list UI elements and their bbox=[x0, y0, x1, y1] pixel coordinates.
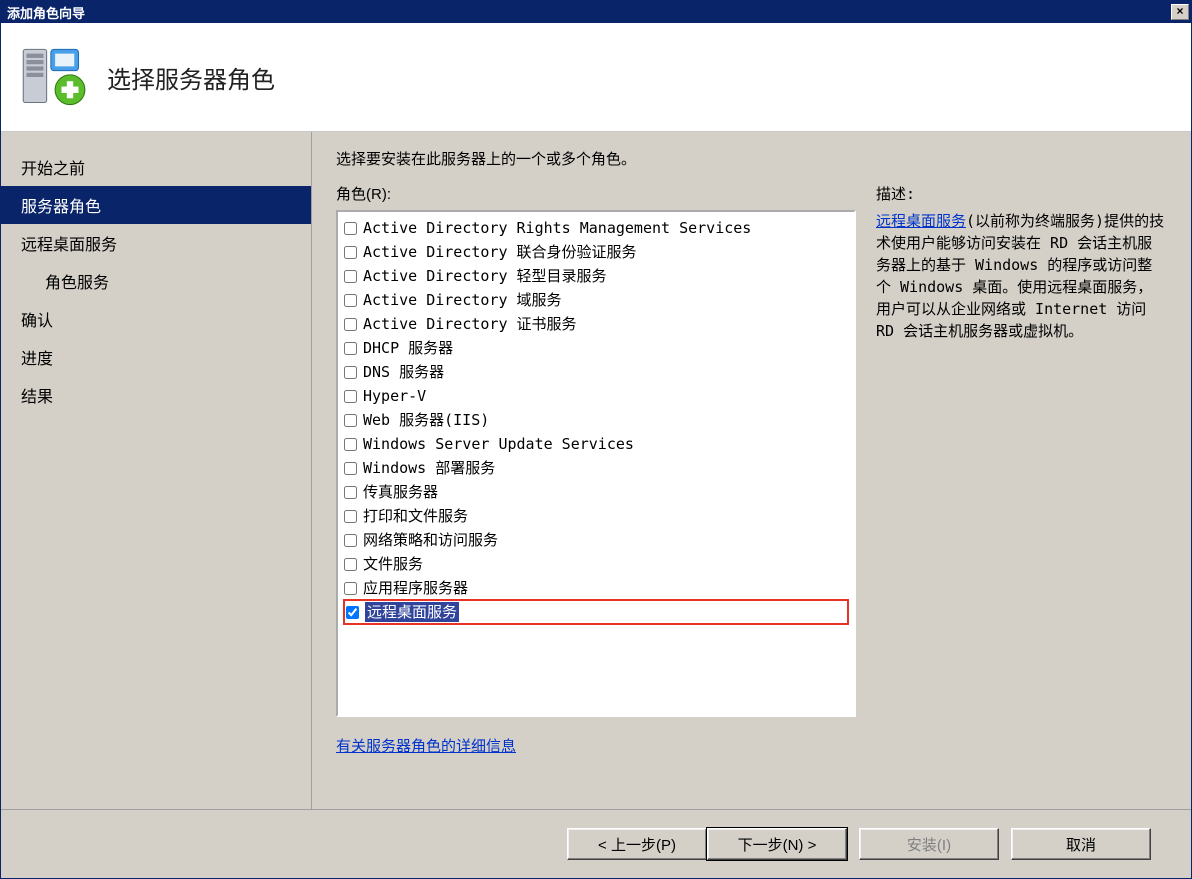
role-row-13[interactable]: 网络策略和访问服务 bbox=[344, 528, 848, 552]
description-column: 描述: 远程桌面服务(以前称为终端服务)提供的技术使用户能够访问安装在 RD 会… bbox=[876, 183, 1167, 809]
role-checkbox-3[interactable] bbox=[344, 294, 357, 307]
next-button[interactable]: 下一步(N) > bbox=[707, 828, 847, 860]
nav-item-5[interactable]: 进度 bbox=[1, 338, 311, 376]
content-area: 选择要安装在此服务器上的一个或多个角色。 角色(R): Active Direc… bbox=[312, 132, 1191, 809]
role-checkbox-7[interactable] bbox=[344, 390, 357, 403]
role-row-10[interactable]: Windows 部署服务 bbox=[344, 456, 848, 480]
description-link[interactable]: 远程桌面服务 bbox=[876, 212, 966, 230]
role-row-16[interactable]: 远程桌面服务 bbox=[344, 600, 848, 624]
role-row-5[interactable]: DHCP 服务器 bbox=[344, 336, 848, 360]
more-info-link[interactable]: 有关服务器角色的详细信息 bbox=[336, 738, 516, 755]
role-row-9[interactable]: Windows Server Update Services bbox=[344, 432, 848, 456]
role-checkbox-0[interactable] bbox=[344, 222, 357, 235]
nav-item-4[interactable]: 确认 bbox=[1, 300, 311, 338]
nav-item-6[interactable]: 结果 bbox=[1, 376, 311, 414]
role-label-13: 网络策略和访问服务 bbox=[363, 530, 498, 550]
roles-label: 角色(R): bbox=[336, 183, 856, 204]
nav-item-1[interactable]: 服务器角色 bbox=[1, 186, 311, 224]
role-label-1: Active Directory 联合身份验证服务 bbox=[363, 242, 637, 262]
role-checkbox-2[interactable] bbox=[344, 270, 357, 283]
role-checkbox-16[interactable] bbox=[346, 606, 359, 619]
role-label-7: Hyper-V bbox=[363, 386, 426, 406]
role-checkbox-11[interactable] bbox=[344, 486, 357, 499]
role-row-3[interactable]: Active Directory 域服务 bbox=[344, 288, 848, 312]
role-checkbox-1[interactable] bbox=[344, 246, 357, 259]
role-checkbox-10[interactable] bbox=[344, 462, 357, 475]
description-label: 描述: bbox=[876, 183, 1167, 204]
role-label-14: 文件服务 bbox=[363, 554, 423, 574]
role-checkbox-5[interactable] bbox=[344, 342, 357, 355]
role-checkbox-15[interactable] bbox=[344, 582, 357, 595]
role-row-12[interactable]: 打印和文件服务 bbox=[344, 504, 848, 528]
roles-listbox[interactable]: Active Directory Rights Management Servi… bbox=[336, 210, 856, 717]
role-row-1[interactable]: Active Directory 联合身份验证服务 bbox=[344, 240, 848, 264]
role-row-7[interactable]: Hyper-V bbox=[344, 384, 848, 408]
role-checkbox-13[interactable] bbox=[344, 534, 357, 547]
role-label-10: Windows 部署服务 bbox=[363, 458, 495, 478]
cancel-button[interactable]: 取消 bbox=[1011, 828, 1151, 860]
more-info-area: 有关服务器角色的详细信息 bbox=[336, 735, 856, 756]
description-body: (以前称为终端服务)提供的技术使用户能够访问安装在 RD 会话主机服务器上的基于… bbox=[876, 212, 1164, 340]
role-label-4: Active Directory 证书服务 bbox=[363, 314, 577, 334]
role-label-2: Active Directory 轻型目录服务 bbox=[363, 266, 607, 286]
install-button[interactable]: 安装(I) bbox=[859, 828, 999, 860]
role-row-11[interactable]: 传真服务器 bbox=[344, 480, 848, 504]
instruction-text: 选择要安装在此服务器上的一个或多个角色。 bbox=[336, 148, 1167, 169]
back-next-pair: < 上一步(P) 下一步(N) > bbox=[567, 828, 847, 860]
role-label-0: Active Directory Rights Management Servi… bbox=[363, 218, 751, 238]
role-label-15: 应用程序服务器 bbox=[363, 578, 468, 598]
header: 选择服务器角色 bbox=[1, 23, 1191, 132]
navigation-sidebar: 开始之前服务器角色远程桌面服务角色服务确认进度结果 bbox=[1, 132, 312, 809]
role-label-16: 远程桌面服务 bbox=[365, 602, 459, 622]
close-button[interactable]: × bbox=[1171, 4, 1189, 20]
nav-item-3[interactable]: 角色服务 bbox=[1, 262, 311, 300]
role-label-8: Web 服务器(IIS) bbox=[363, 410, 489, 430]
server-role-icon bbox=[19, 43, 87, 111]
window-title: 添加角色向导 bbox=[7, 3, 85, 22]
description-text: 远程桌面服务(以前称为终端服务)提供的技术使用户能够访问安装在 RD 会话主机服… bbox=[876, 210, 1167, 342]
roles-column: 角色(R): Active Directory Rights Managemen… bbox=[336, 183, 856, 809]
role-row-0[interactable]: Active Directory Rights Management Servi… bbox=[344, 216, 848, 240]
role-checkbox-14[interactable] bbox=[344, 558, 357, 571]
role-row-2[interactable]: Active Directory 轻型目录服务 bbox=[344, 264, 848, 288]
role-label-6: DNS 服务器 bbox=[363, 362, 444, 382]
role-checkbox-6[interactable] bbox=[344, 366, 357, 379]
role-checkbox-12[interactable] bbox=[344, 510, 357, 523]
footer-buttons: < 上一步(P) 下一步(N) > 安装(I) 取消 bbox=[1, 809, 1191, 878]
role-label-11: 传真服务器 bbox=[363, 482, 438, 502]
nav-item-0[interactable]: 开始之前 bbox=[1, 148, 311, 186]
role-row-14[interactable]: 文件服务 bbox=[344, 552, 848, 576]
role-row-4[interactable]: Active Directory 证书服务 bbox=[344, 312, 848, 336]
role-label-12: 打印和文件服务 bbox=[363, 506, 468, 526]
body: 开始之前服务器角色远程桌面服务角色服务确认进度结果 选择要安装在此服务器上的一个… bbox=[1, 132, 1191, 809]
role-label-3: Active Directory 域服务 bbox=[363, 290, 562, 310]
role-checkbox-9[interactable] bbox=[344, 438, 357, 451]
nav-item-2[interactable]: 远程桌面服务 bbox=[1, 224, 311, 262]
page-title: 选择服务器角色 bbox=[107, 60, 275, 95]
role-label-5: DHCP 服务器 bbox=[363, 338, 453, 358]
titlebar: 添加角色向导 × bbox=[1, 1, 1191, 23]
role-row-8[interactable]: Web 服务器(IIS) bbox=[344, 408, 848, 432]
columns: 角色(R): Active Directory Rights Managemen… bbox=[336, 183, 1167, 809]
role-row-15[interactable]: 应用程序服务器 bbox=[344, 576, 848, 600]
wizard-window: 添加角色向导 × 选择服务器角色 开始之前服务器角色远程桌面服务角色服务确认进度… bbox=[0, 0, 1192, 879]
role-label-9: Windows Server Update Services bbox=[363, 434, 634, 454]
role-checkbox-4[interactable] bbox=[344, 318, 357, 331]
role-checkbox-8[interactable] bbox=[344, 414, 357, 427]
back-button[interactable]: < 上一步(P) bbox=[567, 828, 707, 860]
role-row-6[interactable]: DNS 服务器 bbox=[344, 360, 848, 384]
